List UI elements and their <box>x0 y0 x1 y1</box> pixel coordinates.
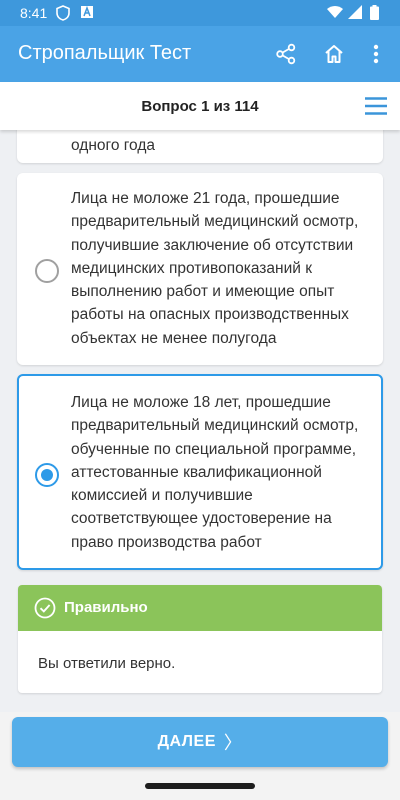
answer-option-text: Лица не моложе 21 года, прошедшие предва… <box>71 190 359 347</box>
app-bar: Стропальщик Тест <box>0 26 400 82</box>
home-gesture-handle[interactable] <box>145 783 255 789</box>
result-message: Вы ответили верно. <box>38 655 176 672</box>
battery-icon <box>370 5 379 20</box>
shield-icon <box>56 5 70 21</box>
menu-icon <box>365 97 387 115</box>
app-title: Стропальщик Тест <box>18 42 192 64</box>
result-title: Правильно <box>64 599 148 616</box>
font-icon <box>81 5 93 18</box>
answer-option-3[interactable]: Лица не моложе 18 лет, прошедшие предвар… <box>17 374 383 570</box>
wifi-icon <box>327 6 343 18</box>
status-bar: 8:41 <box>0 0 400 26</box>
share-icon <box>276 43 296 65</box>
result-header: Правильно <box>18 585 382 631</box>
answer-option-1[interactable]: одного года <box>17 130 383 163</box>
answer-list[interactable]: одного года Лица не моложе 21 года, прош… <box>0 130 400 712</box>
radio-checked[interactable] <box>35 463 59 487</box>
next-button[interactable]: ДАЛЕЕ 〉 <box>12 717 388 767</box>
check-circle-icon <box>34 597 56 619</box>
more-vert-icon <box>373 44 379 64</box>
result-card: Правильно Вы ответили верно. <box>18 585 382 693</box>
radio-unchecked[interactable] <box>35 259 59 283</box>
question-list-button[interactable] <box>364 94 388 118</box>
chevron-right-icon: 〉 <box>223 733 243 753</box>
home-icon <box>325 45 343 63</box>
question-header: Вопрос 1 из 114 <box>0 82 400 130</box>
answer-option-2[interactable]: Лица не моложе 21 года, прошедшие предва… <box>17 173 383 365</box>
more-options-button[interactable] <box>362 40 390 68</box>
system-nav-bar <box>0 774 400 800</box>
question-counter: Вопрос 1 из 114 <box>141 98 259 115</box>
next-button-label: ДАЛЕЕ <box>157 733 216 750</box>
home-button[interactable] <box>320 40 348 68</box>
answer-option-text: одного года <box>71 137 156 154</box>
share-button[interactable] <box>272 40 300 68</box>
signal-icon <box>348 5 362 19</box>
status-time: 8:41 <box>20 5 48 21</box>
answer-option-text: Лица не моложе 18 лет, прошедшие предвар… <box>71 394 359 551</box>
bottom-bar: ДАЛЕЕ 〉 <box>0 712 400 774</box>
